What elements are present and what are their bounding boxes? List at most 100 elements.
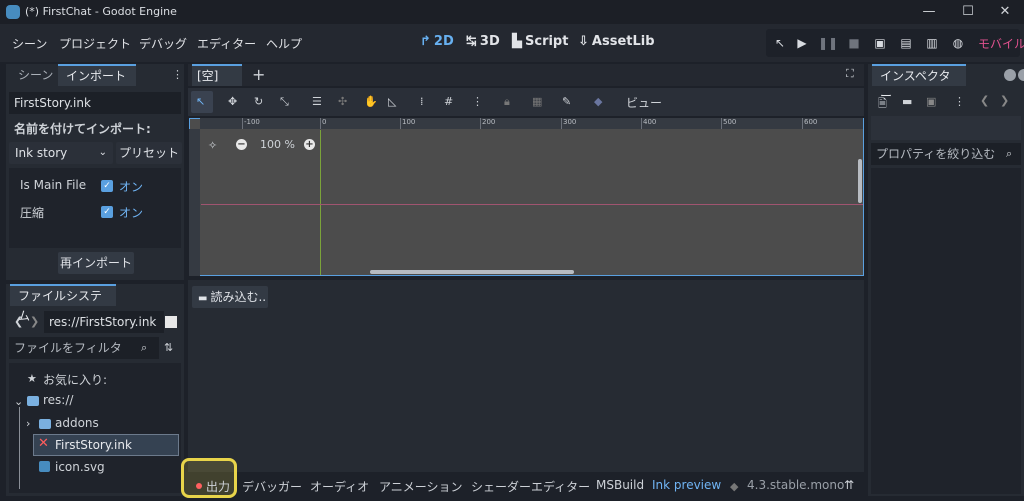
bone-icon[interactable]: ✎: [562, 95, 571, 108]
import-type-value: Ink story: [15, 146, 68, 160]
error-dot-icon: [196, 483, 202, 489]
property-filter-input[interactable]: プロパティを絞り込む: [871, 143, 1021, 165]
maximize-button[interactable]: ☐: [959, 3, 977, 21]
workspace-3d[interactable]: ↹ 3D: [466, 34, 500, 49]
tree-item-addons[interactable]: addons: [55, 416, 99, 430]
add-scene-icon[interactable]: +: [252, 65, 265, 84]
preset-button[interactable]: プリセット: [116, 142, 182, 164]
dock-menu-icon[interactable]: ⋮: [172, 68, 183, 81]
lock-icon[interactable]: 🔒︎: [504, 95, 510, 109]
tab-shader-editor[interactable]: シェーダーエディター: [471, 478, 590, 495]
new-resource-icon[interactable]: 🗎︎: [878, 95, 887, 114]
x-axis-line: [201, 204, 863, 205]
prev-dock-icon[interactable]: [1004, 69, 1016, 81]
rotate-icon[interactable]: ↻: [254, 95, 263, 108]
zoom-out-icon[interactable]: −: [236, 139, 247, 150]
tab-animation[interactable]: アニメーション: [379, 478, 463, 495]
split-mode-icon[interactable]: [165, 316, 177, 328]
tree-root[interactable]: res://: [43, 393, 73, 407]
view-menu[interactable]: ビュー: [626, 94, 662, 111]
movie-maker-icon[interactable]: ◍: [948, 33, 968, 53]
load-button[interactable]: ▬ 読み込む..: [192, 286, 268, 308]
tab-msbuild[interactable]: MSBuild: [596, 478, 644, 492]
menu-debug[interactable]: デバッグ: [139, 35, 187, 52]
save-icon[interactable]: ▣: [926, 95, 936, 108]
next-dock-icon[interactable]: [1018, 69, 1024, 81]
tab-output[interactable]: 出力: [206, 478, 230, 495]
search-icon: ⌕: [141, 341, 148, 354]
tab-import[interactable]: インポート: [58, 64, 136, 86]
tab-scene[interactable]: シーン: [10, 64, 61, 86]
play-scene-icon[interactable]: ▤: [896, 33, 916, 53]
menu-scene[interactable]: シーン: [12, 35, 47, 52]
vertical-scrollbar[interactable]: [858, 159, 862, 203]
object-history-bar: [871, 116, 1021, 140]
scale-icon[interactable]: ⤡: [280, 95, 289, 109]
import-as-label: 名前を付けてインポート:: [14, 122, 151, 136]
zoom-in-icon[interactable]: +: [304, 139, 315, 150]
minimize-button[interactable]: —: [920, 3, 938, 21]
canvas-viewport[interactable]: ✧ − 100 % +: [189, 118, 864, 276]
bone-options-icon[interactable]: ◆: [594, 95, 602, 108]
tree-item-firststory[interactable]: FirstStory.ink: [55, 438, 132, 452]
tab-inspector[interactable]: インスペクター: [872, 64, 966, 103]
scene-tab-empty[interactable]: [空] ✕: [192, 64, 242, 103]
list-icon[interactable]: ☰: [312, 95, 322, 108]
filesystem-dock: ファイルシステム ❮ ❯ res://FirstStory.ink ファイルをフ…: [6, 284, 184, 496]
update-icon: ◆: [730, 480, 739, 493]
stop-icon[interactable]: ■: [844, 33, 864, 53]
ruler-icon[interactable]: ◺: [388, 95, 396, 108]
remote-debug-icon[interactable]: ↖: [770, 33, 790, 53]
import-type-select[interactable]: Ink story ⌄: [9, 142, 113, 164]
forward-icon[interactable]: ❯: [30, 315, 39, 328]
tab-debugger[interactable]: デバッガー: [242, 478, 302, 495]
horizontal-scrollbar[interactable]: [370, 270, 574, 274]
history-forward-icon[interactable]: ❯: [1000, 94, 1009, 107]
pan-icon[interactable]: ✋: [364, 95, 378, 108]
snap-icon[interactable]: ⁞: [420, 95, 424, 108]
close-button[interactable]: ✕: [996, 3, 1014, 21]
history-back-icon[interactable]: ❮: [980, 94, 989, 107]
move-icon[interactable]: ✥: [228, 95, 237, 108]
back-icon[interactable]: ❮: [14, 315, 23, 328]
workspace-assetlib[interactable]: ⇩ AssetLib: [578, 34, 655, 49]
workspace-assetlib-label: AssetLib: [591, 34, 655, 49]
play-custom-scene-icon[interactable]: ▥: [922, 33, 942, 53]
tree-item-icon-svg[interactable]: icon.svg: [55, 460, 105, 474]
workspace-2d[interactable]: ↱ 2D: [420, 34, 454, 49]
more-icon[interactable]: ⋮: [472, 95, 483, 108]
pause-icon[interactable]: ❚❚: [818, 33, 838, 53]
sort-icon[interactable]: ⇅: [164, 341, 173, 354]
workspace-script[interactable]: ▙ Script: [512, 34, 568, 49]
select-arrow-icon[interactable]: ↖: [196, 95, 205, 108]
collapse-icon[interactable]: ›: [26, 417, 30, 430]
option-compress-label: 圧縮: [20, 206, 45, 220]
ruler-label: 0: [322, 118, 327, 126]
menu-project[interactable]: プロジェクト: [59, 35, 131, 52]
favorites-label[interactable]: お気に入り:: [43, 371, 107, 388]
zoom-level[interactable]: 100 %: [260, 138, 295, 151]
grid-icon[interactable]: #: [444, 95, 453, 108]
path-field[interactable]: res://FirstStory.ink: [44, 311, 164, 333]
is-main-file-checkbox[interactable]: ✓: [101, 180, 113, 192]
compress-checkbox[interactable]: ✓: [101, 206, 113, 218]
open-folder-icon[interactable]: ▬: [902, 95, 912, 108]
pivot-icon[interactable]: ✣: [338, 95, 347, 108]
zoom-reset-icon[interactable]: ✧: [208, 139, 217, 152]
menu-help[interactable]: ヘルプ: [266, 35, 302, 52]
file-filter-input[interactable]: ファイルをフィルタ: [9, 337, 159, 359]
menu-editor[interactable]: エディター: [197, 35, 256, 52]
tab-filesystem[interactable]: ファイルシステム: [10, 284, 116, 323]
more-options-icon[interactable]: ⋮: [954, 95, 965, 108]
tab-audio[interactable]: オーディオ: [310, 478, 369, 495]
remote-deploy-icon[interactable]: ▣: [870, 33, 890, 53]
compress-value: オン: [119, 206, 144, 220]
play-icon[interactable]: ▶: [792, 33, 812, 53]
fullscreen-icon[interactable]: ⛶: [846, 67, 854, 81]
pin-panel-icon[interactable]: ⇈: [844, 478, 854, 492]
group-icon[interactable]: ▦: [532, 95, 542, 108]
reimport-button[interactable]: 再インポート: [58, 252, 134, 274]
tab-ink-preview[interactable]: Ink preview: [652, 478, 721, 492]
renderer-selector[interactable]: モバイル: [978, 35, 1024, 52]
script-icon: ▙: [512, 34, 522, 49]
